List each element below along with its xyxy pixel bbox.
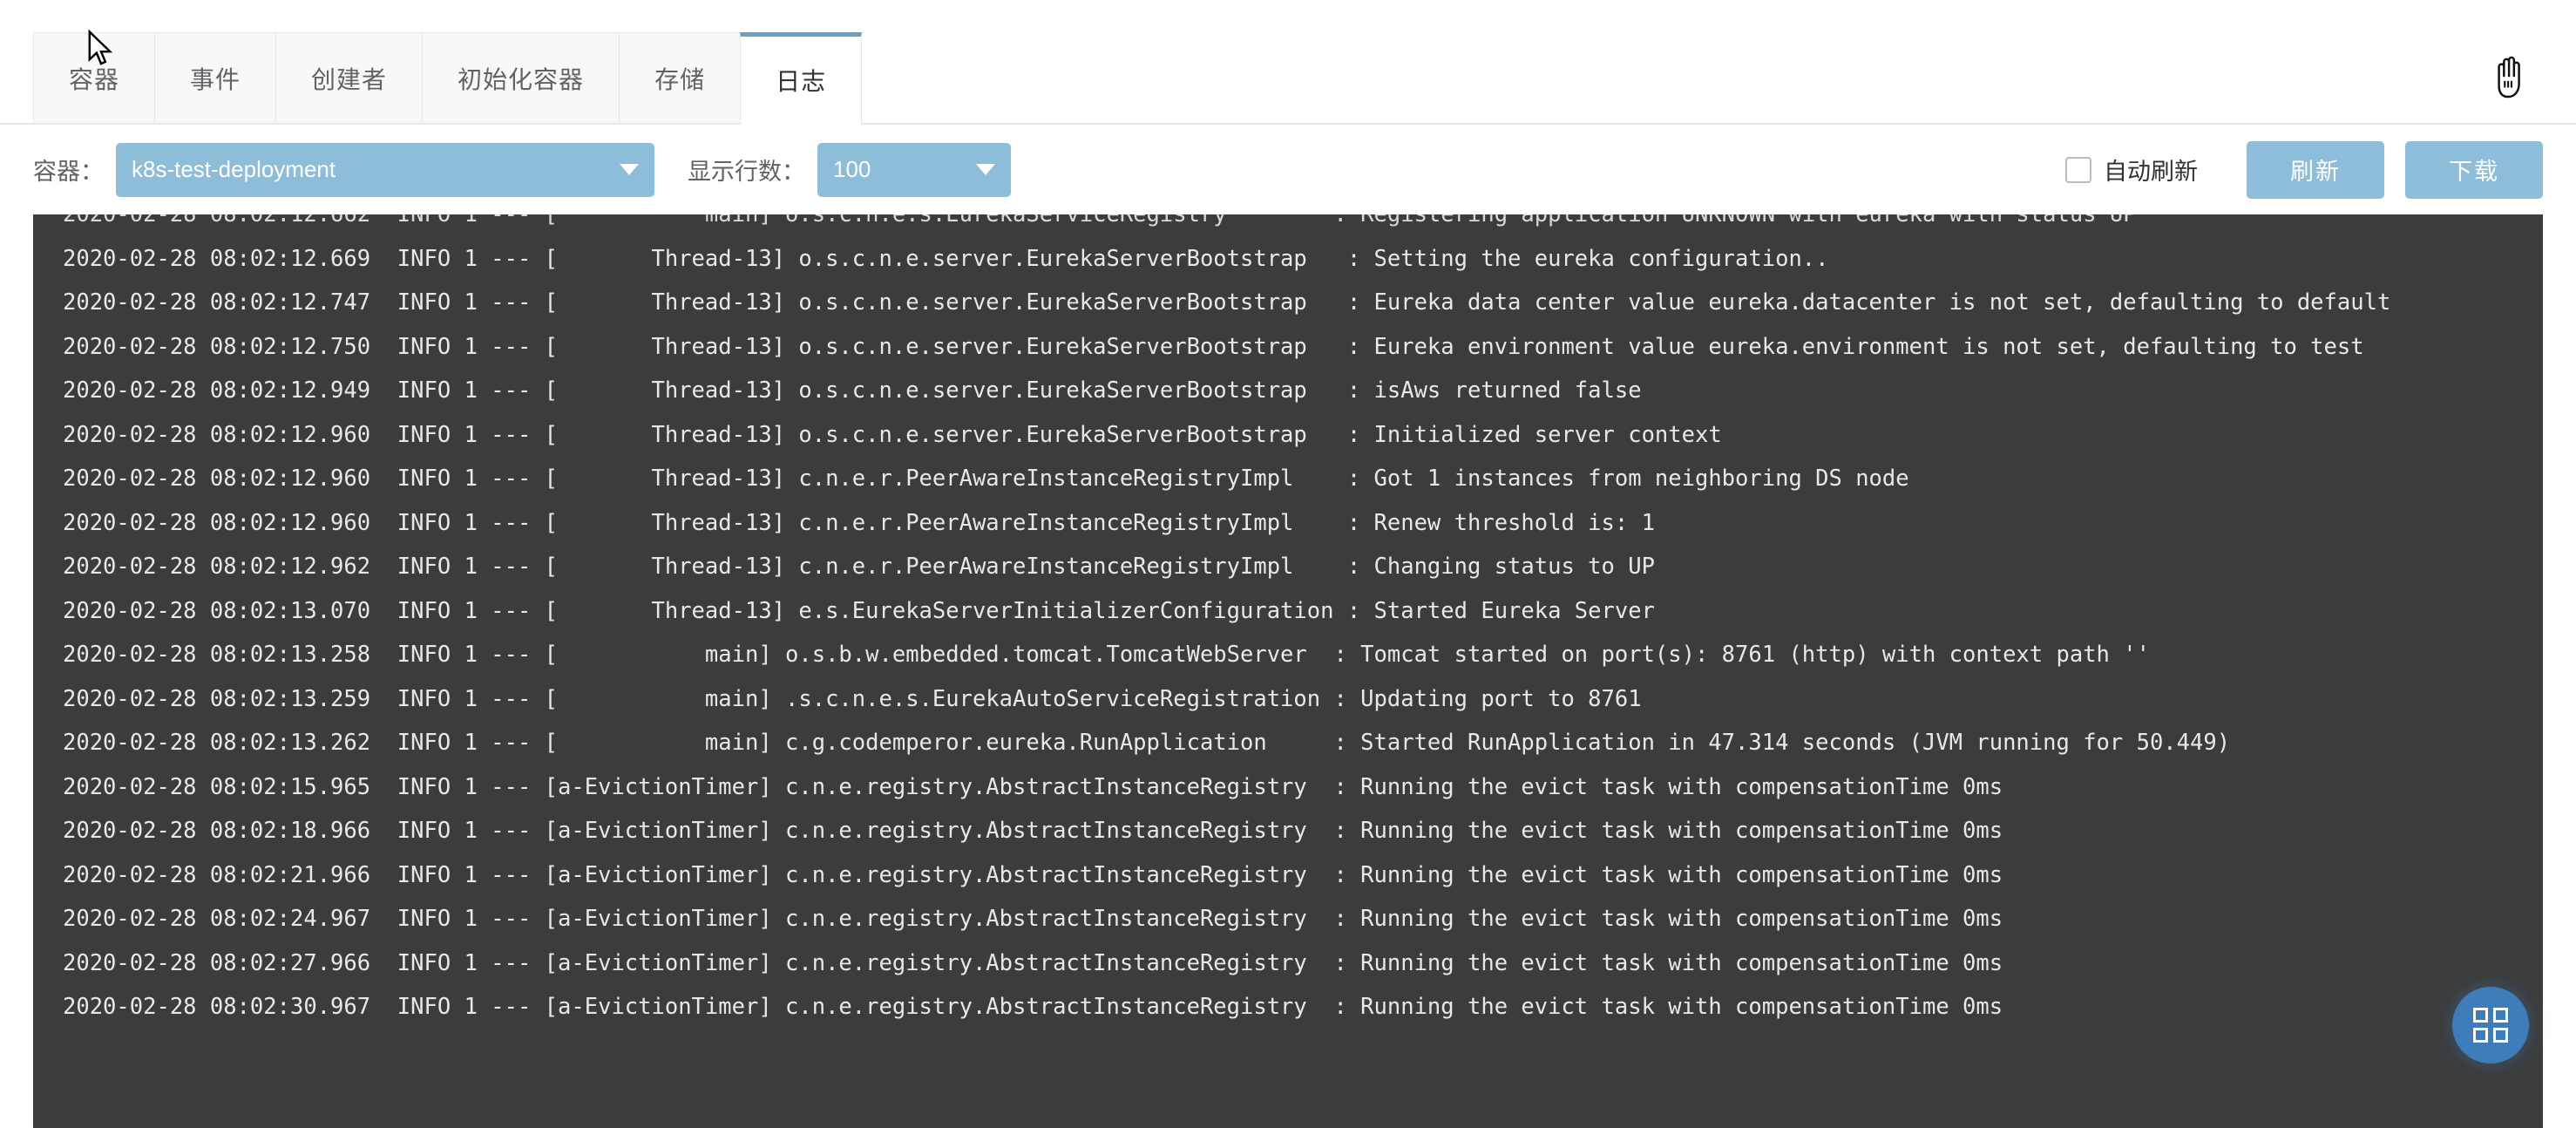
tab-list: 容器 事件 创建者 初始化容器 存储 日志: [33, 32, 863, 125]
log-line: 2020-02-28 08:02:12.669 INFO 1 --- [ Thr…: [63, 245, 1829, 272]
log-line: 2020-02-28 08:02:13.070 INFO 1 --- [ Thr…: [63, 597, 1655, 624]
log-line: 2020-02-28 08:02:15.965 INFO 1 --- [a-Ev…: [63, 773, 2003, 800]
tab-containers[interactable]: 容器: [33, 32, 155, 123]
apps-grid-fab-button[interactable]: [2452, 987, 2529, 1063]
log-line: 2020-02-28 08:02:12.949 INFO 1 --- [ Thr…: [63, 377, 1642, 404]
auto-refresh-label: 自动刷新: [2104, 159, 2198, 185]
download-button[interactable]: 下载: [2405, 140, 2543, 199]
lines-select-value: 100: [833, 156, 871, 182]
auto-refresh-checkbox[interactable]: 自动刷新: [2065, 153, 2198, 187]
container-select-value: k8s-test-deployment: [132, 156, 336, 182]
checkbox-box-icon[interactable]: [2065, 156, 2091, 183]
chevron-down-icon: [976, 164, 995, 175]
grid-apps-icon: [2473, 1008, 2508, 1043]
chevron-down-icon: [620, 164, 639, 175]
refresh-button[interactable]: 刷新: [2247, 140, 2384, 199]
container-select-label: 容器：: [33, 159, 104, 185]
grab-hand-cursor-icon: [2491, 54, 2531, 101]
tab-logs[interactable]: 日志: [740, 32, 863, 125]
tab-bar: 容器 事件 创建者 初始化容器 存储 日志: [0, 0, 2576, 125]
log-line: 2020-02-28 08:02:12.747 INFO 1 --- [ Thr…: [63, 289, 2391, 316]
log-line: 2020-02-28 08:02:12.960 INFO 1 --- [ Thr…: [63, 421, 1722, 448]
log-line: 2020-02-28 08:02:12.750 INFO 1 --- [ Thr…: [63, 333, 2364, 360]
log-console[interactable]: 2020-02-28 08:02:12.662 INFO 1 --- [ mai…: [33, 214, 2543, 1128]
log-line: 2020-02-28 08:02:27.966 INFO 1 --- [a-Ev…: [63, 949, 2003, 976]
log-line: 2020-02-28 08:02:12.962 INFO 1 --- [ Thr…: [63, 554, 1655, 580]
tab-creator[interactable]: 创建者: [275, 32, 423, 123]
log-line: 2020-02-28 08:02:24.967 INFO 1 --- [a-Ev…: [63, 906, 2003, 932]
tab-init-containers[interactable]: 初始化容器: [422, 32, 620, 123]
log-line: 2020-02-28 08:02:30.967 INFO 1 --- [a-Ev…: [63, 994, 2003, 1020]
log-line: 2020-02-28 08:02:21.966 INFO 1 --- [a-Ev…: [63, 861, 2003, 888]
log-line-list: 2020-02-28 08:02:12.662 INFO 1 --- [ mai…: [63, 214, 2513, 1029]
pod-detail-page: 容器 事件 创建者 初始化容器 存储 日志 容器： k8s-test-deployment…: [0, 0, 2576, 1128]
lines-select[interactable]: 100: [817, 142, 1011, 197]
log-line: 2020-02-28 08:02:13.262 INFO 1 --- [ mai…: [63, 730, 2231, 756]
log-line: 2020-02-28 08:02:12.960 INFO 1 --- [ Thr…: [63, 465, 1909, 492]
lines-select-label: 显示行数：: [688, 159, 805, 185]
log-line: 2020-02-28 08:02:18.966 INFO 1 --- [a-Ev…: [63, 818, 2003, 844]
log-line: 2020-02-28 08:02:13.259 INFO 1 --- [ mai…: [63, 685, 1642, 712]
log-toolbar: 容器： k8s-test-deployment 显示行数： 100 自动刷新 刷…: [0, 125, 2576, 214]
log-line: 2020-02-28 08:02:12.960 INFO 1 --- [ Thr…: [63, 509, 1655, 536]
tab-storage[interactable]: 存储: [619, 32, 741, 123]
log-line: 2020-02-28 08:02:12.662 INFO 1 --- [ mai…: [63, 214, 2137, 228]
log-line: 2020-02-28 08:02:13.258 INFO 1 --- [ mai…: [63, 642, 2150, 668]
container-select[interactable]: k8s-test-deployment: [116, 142, 654, 197]
tab-events[interactable]: 事件: [154, 32, 276, 123]
